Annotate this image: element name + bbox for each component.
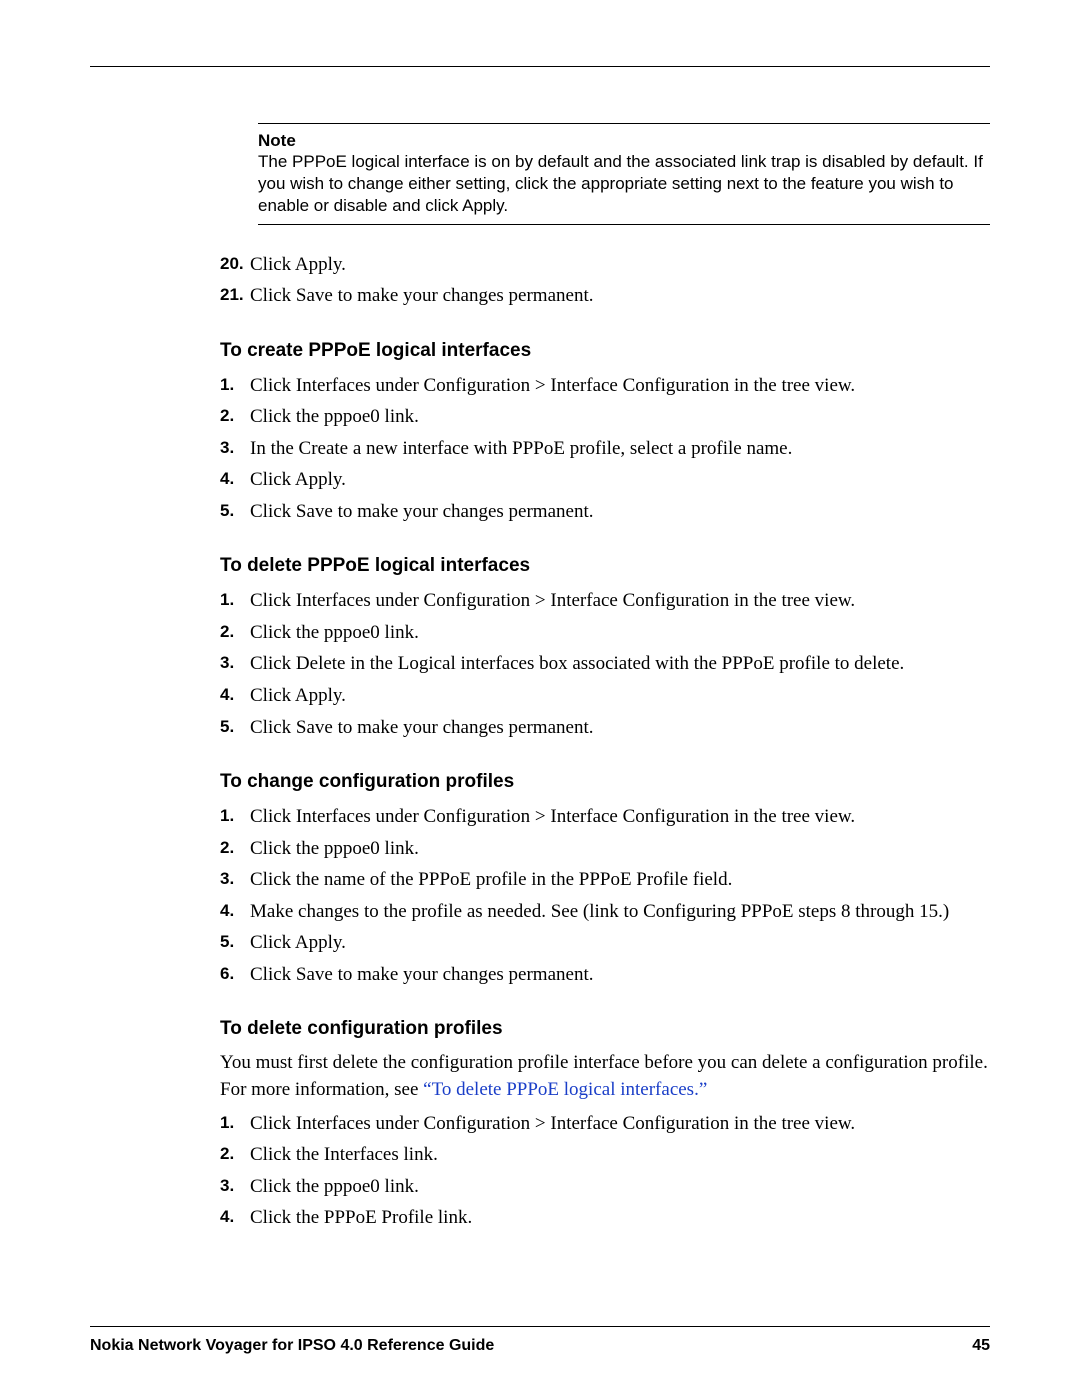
item-number: 4. [220, 1204, 250, 1232]
item-text: Make changes to the profile as needed. S… [250, 898, 990, 926]
item-number: 20. [220, 251, 250, 279]
item-text: Click Interfaces under Configuration > I… [250, 587, 990, 615]
page-footer: Nokia Network Voyager for IPSO 4.0 Refer… [90, 1326, 990, 1355]
item-text: Click Apply. [250, 682, 990, 710]
item-number: 2. [220, 403, 250, 431]
item-number: 4. [220, 682, 250, 710]
item-text: Click the PPPoE Profile link. [250, 1204, 990, 1232]
list-item: 1. Click Interfaces under Configuration … [220, 372, 990, 400]
list-item: 2. Click the pppoe0 link. [220, 403, 990, 431]
item-text: Click Interfaces under Configuration > I… [250, 1110, 990, 1138]
item-text: Click Apply. [250, 929, 990, 957]
item-number: 1. [220, 587, 250, 615]
list-item: 5. Click Save to make your changes perma… [220, 498, 990, 526]
heading-create-pppoe: To create PPPoE logical interfaces [220, 340, 990, 362]
item-number: 3. [220, 435, 250, 463]
heading-delete-pppoe-ifaces: To delete PPPoE logical interfaces [220, 555, 990, 577]
item-number: 2. [220, 1141, 250, 1169]
footer-rule [90, 1326, 990, 1327]
list-item: 3. In the Create a new interface with PP… [220, 435, 990, 463]
list-item: 4. Make changes to the profile as needed… [220, 898, 990, 926]
item-number: 5. [220, 714, 250, 742]
list-item: 1. Click Interfaces under Configuration … [220, 587, 990, 615]
item-text: Click Save to make your changes permanen… [250, 282, 990, 310]
list-item: 2. Click the pppoe0 link. [220, 619, 990, 647]
list-item: 20. Click Apply. [220, 251, 990, 279]
heading-delete-profiles: To delete configuration profiles [220, 1018, 990, 1040]
note-bottom-rule [258, 224, 990, 225]
list-item: 1. Click Interfaces under Configuration … [220, 1110, 990, 1138]
list-item: 3. Click Delete in the Logical interface… [220, 650, 990, 678]
list-item: 1. Click Interfaces under Configuration … [220, 803, 990, 831]
note-top-rule [258, 123, 990, 124]
item-number: 4. [220, 466, 250, 494]
item-text: Click Save to make your changes permanen… [250, 498, 990, 526]
list-item: 6. Click Save to make your changes perma… [220, 961, 990, 989]
item-text: Click the Interfaces link. [250, 1141, 990, 1169]
item-number: 5. [220, 929, 250, 957]
note-label: Note [258, 130, 990, 151]
item-number: 1. [220, 803, 250, 831]
item-text: Click Save to make your changes permanen… [250, 961, 990, 989]
item-number: 3. [220, 1173, 250, 1201]
item-number: 5. [220, 498, 250, 526]
item-text: Click the pppoe0 link. [250, 1173, 990, 1201]
item-number: 6. [220, 961, 250, 989]
item-text: Click Interfaces under Configuration > I… [250, 803, 990, 831]
delete-profiles-intro: You must first delete the configuration … [220, 1050, 990, 1103]
item-number: 1. [220, 1110, 250, 1138]
item-text: Click Save to make your changes permanen… [250, 714, 990, 742]
item-text: Click the pppoe0 link. [250, 835, 990, 863]
item-text: Click Delete in the Logical interfaces b… [250, 650, 990, 678]
list-item: 21. Click Save to make your changes perm… [220, 282, 990, 310]
list-item: 4. Click Apply. [220, 682, 990, 710]
list-item: 5. Click Save to make your changes perma… [220, 714, 990, 742]
item-text: Click Interfaces under Configuration > I… [250, 372, 990, 400]
list-item: 2. Click the Interfaces link. [220, 1141, 990, 1169]
list-item: 3. Click the pppoe0 link. [220, 1173, 990, 1201]
item-text: In the Create a new interface with PPPoE… [250, 435, 990, 463]
item-number: 4. [220, 898, 250, 926]
list-item: 4. Click the PPPoE Profile link. [220, 1204, 990, 1232]
footer-page-number: 45 [972, 1337, 990, 1355]
item-number: 21. [220, 282, 250, 310]
item-number: 3. [220, 650, 250, 678]
item-text: Click the pppoe0 link. [250, 403, 990, 431]
delete-pppoe-link[interactable]: “To delete PPPoE logical interfaces.” [423, 1079, 707, 1100]
note-body: The PPPoE logical interface is on by def… [258, 151, 990, 217]
list-item: 2. Click the pppoe0 link. [220, 835, 990, 863]
list-item: 3. Click the name of the PPPoE profile i… [220, 866, 990, 894]
top-rule [90, 66, 990, 67]
heading-change-profiles: To change configuration profiles [220, 771, 990, 793]
item-text: Click Apply. [250, 251, 990, 279]
item-text: Click the name of the PPPoE profile in t… [250, 866, 990, 894]
list-item: 4. Click Apply. [220, 466, 990, 494]
item-number: 3. [220, 866, 250, 894]
item-number: 1. [220, 372, 250, 400]
item-text: Click Apply. [250, 466, 990, 494]
list-item: 5. Click Apply. [220, 929, 990, 957]
item-text: Click the pppoe0 link. [250, 619, 990, 647]
footer-title: Nokia Network Voyager for IPSO 4.0 Refer… [90, 1337, 494, 1355]
item-number: 2. [220, 619, 250, 647]
note-box: Note The PPPoE logical interface is on b… [258, 123, 990, 225]
item-number: 2. [220, 835, 250, 863]
